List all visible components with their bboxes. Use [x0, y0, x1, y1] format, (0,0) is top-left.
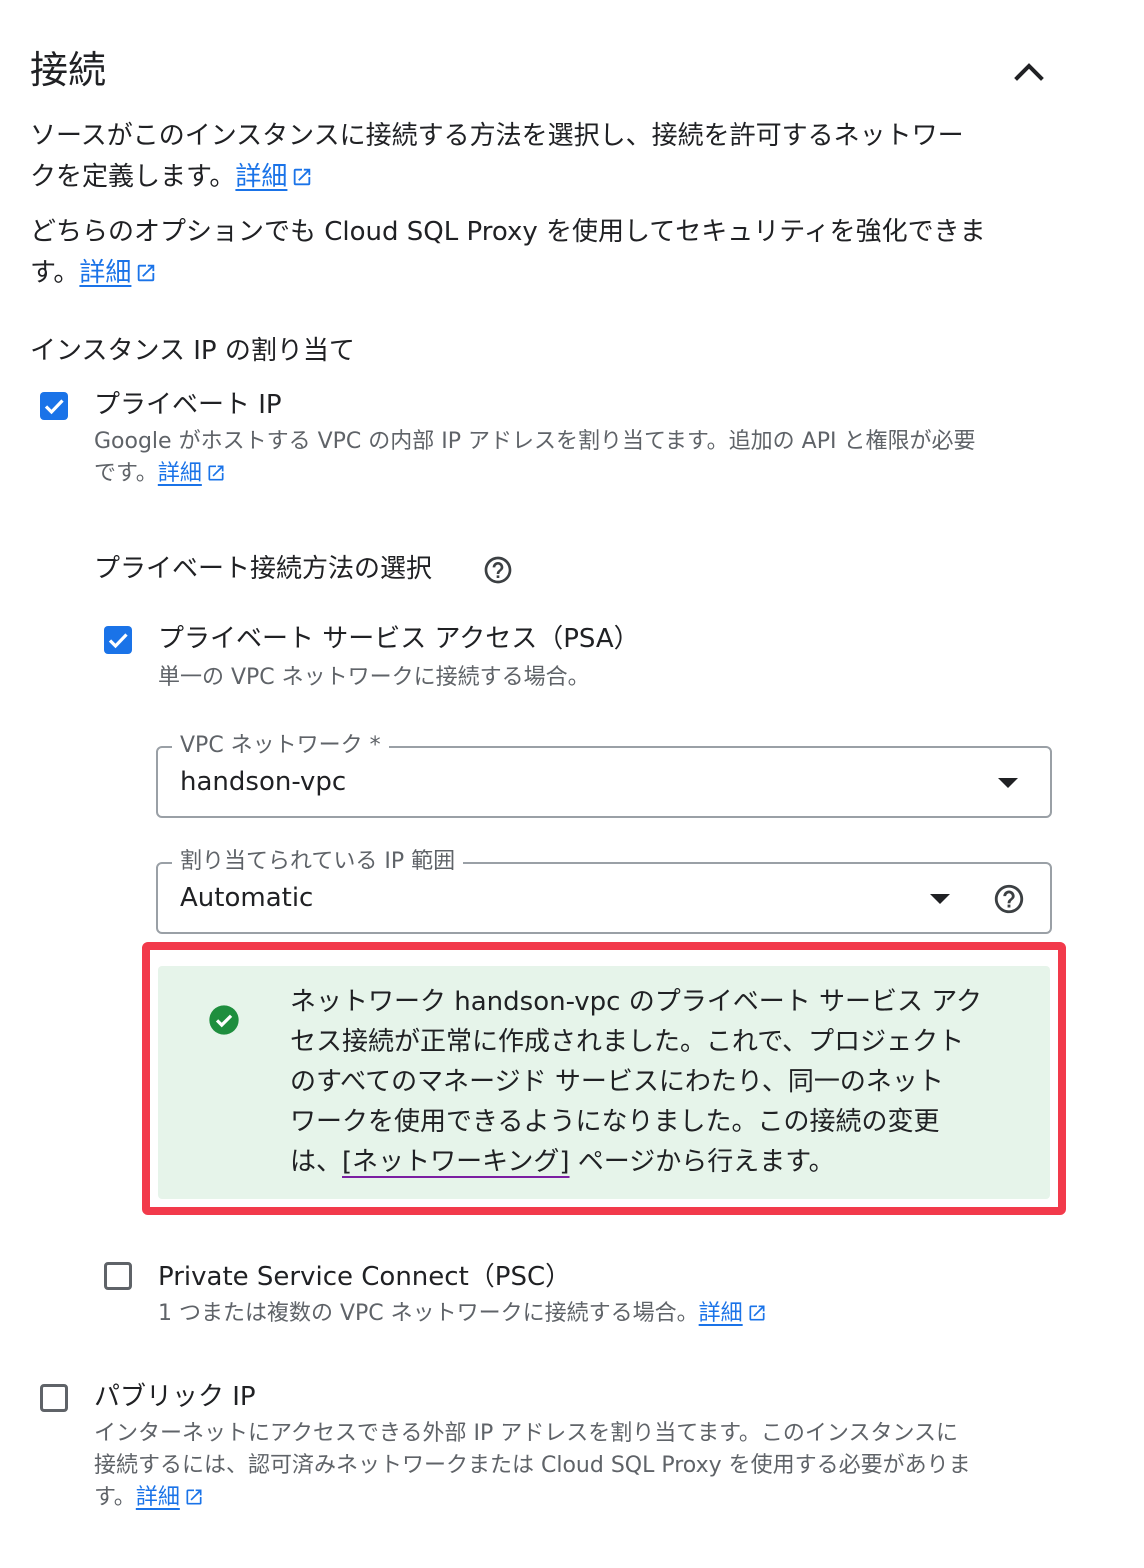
ip-range-value: Automatic [180, 883, 314, 913]
vpc-network-value: handson-vpc [180, 767, 347, 797]
section-title: 接続 [30, 48, 107, 92]
psa-description: 単一の VPC ネットワークに接続する場合。 [158, 665, 590, 690]
external-link-icon [208, 465, 224, 481]
public-ip-checkbox[interactable] [40, 1384, 68, 1412]
proxy-description: どちらのオプションでも Cloud SQL Proxy を使用してセキュリティを… [30, 217, 986, 288]
external-link-icon [749, 1305, 765, 1321]
chevron-up-icon [1014, 63, 1044, 81]
external-link-icon [138, 264, 155, 282]
external-link-icon [294, 168, 311, 186]
ip-range-label: 割り当てられている IP 範囲 [172, 848, 464, 876]
learn-more-link[interactable]: 詳細 [136, 1485, 204, 1510]
vpc-network-select[interactable]: VPC ネットワーク * handson-vpc [156, 732, 1052, 818]
ip-assignment-label: インスタンス IP の割り当て [30, 336, 355, 366]
help-button[interactable] [482, 554, 514, 590]
success-message: ネットワーク handson-vpc のプライベート サービス アク セス接続が… [290, 987, 982, 1177]
learn-more-link[interactable]: 詳細 [699, 1301, 767, 1326]
psc-label: Private Service Connect（PSC） [158, 1262, 572, 1292]
vpc-network-label: VPC ネットワーク * [172, 732, 389, 760]
help-icon [994, 884, 1024, 914]
psc-description: 1 つまたは複数の VPC ネットワークに接続する場合。詳細 [158, 1298, 767, 1330]
learn-more-link[interactable]: 詳細 [158, 461, 226, 486]
private-ip-description: Google がホストする VPC の内部 IP アドレスを割り当てます。追加の… [94, 429, 976, 486]
psa-label: プライベート サービス アクセス（PSA） [158, 624, 640, 654]
public-ip-label: パブリック IP [94, 1382, 256, 1412]
checkmark-icon [44, 399, 64, 415]
success-check-icon [208, 1004, 240, 1040]
collapse-button[interactable] [1004, 50, 1054, 90]
dropdown-arrow-icon[interactable] [930, 894, 950, 904]
checkmark-icon [108, 633, 128, 649]
ip-range-select[interactable]: 割り当てられている IP 範囲 Automatic [156, 848, 1052, 934]
connection-panel: 接続 ソースがこのインスタンスに接続する方法を選択し、接続を許可するネットワー … [0, 0, 1144, 1568]
private-method-label: プライベート接続方法の選択 [94, 554, 433, 584]
psa-checkbox[interactable] [104, 626, 132, 654]
learn-more-link[interactable]: 詳細 [79, 258, 157, 288]
help-icon [484, 556, 512, 584]
psc-checkbox[interactable] [104, 1262, 132, 1290]
private-ip-checkbox[interactable] [40, 392, 68, 420]
learn-more-link[interactable]: 詳細 [235, 162, 313, 192]
ip-range-help-button[interactable] [992, 882, 1026, 920]
external-link-icon [186, 1489, 202, 1505]
networking-page-link[interactable]: [ネットワーキング] [342, 1147, 570, 1177]
dropdown-arrow-icon[interactable] [998, 778, 1018, 788]
section-description: ソースがこのインスタンスに接続する方法を選択し、接続を許可するネットワー クを定… [30, 121, 964, 192]
private-ip-label: プライベート IP [94, 390, 282, 420]
public-ip-description: インターネットにアクセスできる外部 IP アドレスを割り当てます。このインスタン… [94, 1421, 971, 1510]
